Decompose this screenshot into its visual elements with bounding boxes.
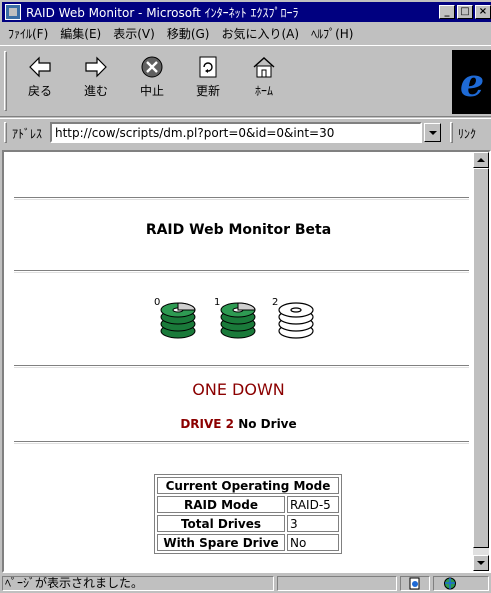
failed-drive-detail: No Drive (238, 417, 297, 431)
ie-logo-icon: e (460, 60, 485, 105)
drive-number: 0 (154, 297, 161, 308)
address-bar: ｱﾄﾞﾚｽ http://cow/scripts/dm.pl?port=0&id… (0, 118, 491, 146)
internet-zone-icon (444, 577, 456, 590)
disk-stack-online-icon (220, 302, 256, 339)
stop-icon (141, 56, 163, 78)
menu-help[interactable]: ﾍﾙﾌﾟ(H) (311, 25, 353, 42)
back-label: 戻る (27, 84, 52, 98)
scroll-thumb[interactable] (473, 168, 489, 548)
home-icon (253, 57, 275, 78)
drive-0: 0 (154, 297, 200, 341)
disk-stack-empty-icon (278, 302, 314, 339)
stop-label: 中止 (139, 84, 164, 98)
page-title: RAID Web Monitor Beta (145, 222, 332, 238)
array-status-title: ONE DOWN (192, 380, 285, 399)
links-button[interactable]: ﾘﾝｸ (458, 125, 476, 142)
drive-array: 0 1 2 (4, 297, 473, 347)
drive-status-line: DRIVE 2 No Drive (4, 417, 473, 431)
app-icon (5, 4, 21, 20)
ie-logo: e (452, 50, 491, 114)
drive-2: 2 (272, 297, 318, 341)
scroll-up-button[interactable] (473, 152, 489, 168)
window-title: RAID Web Monitor - Microsoft ｲﾝﾀｰﾈｯﾄ ｴｸｽ… (26, 5, 299, 20)
table-key: With Spare Drive (157, 534, 285, 551)
home-label: ﾎｰﾑ (254, 84, 273, 98)
failed-drive-label: DRIVE 2 (180, 417, 235, 431)
menu-favorites[interactable]: お気に入り(A) (221, 25, 299, 42)
back-arrow-icon (29, 56, 51, 78)
divider (14, 365, 469, 368)
minimize-button[interactable]: _ (439, 5, 455, 19)
close-button[interactable]: × (475, 5, 491, 19)
scroll-down-button[interactable] (473, 555, 489, 571)
table-value: No (287, 534, 339, 551)
divider (14, 441, 469, 444)
forward-button[interactable]: 進む (68, 51, 124, 113)
status-security-cell (400, 576, 430, 591)
menu-bar: ﾌｧｲﾙ(F) 編集(E) 表示(V) 移動(G) お気に入り(A) ﾍﾙﾌﾟ(… (0, 23, 491, 43)
refresh-label: 更新 (195, 84, 220, 98)
toolbar: 戻る 進む 中止 更新 ﾎｰﾑ e (0, 45, 491, 117)
back-button[interactable]: 戻る (12, 51, 68, 113)
table-value: 3 (287, 515, 339, 532)
drive-number: 2 (272, 297, 279, 308)
status-bar: ﾍﾟｰｼﾞが表示されました。 (0, 575, 491, 591)
forward-label: 進む (83, 84, 108, 98)
status-progress-cell (277, 576, 397, 591)
page-viewport: RAID Web Monitor Beta 0 1 2 ONE DOWN DRI… (2, 150, 491, 573)
links-grip[interactable] (450, 122, 453, 143)
browser-window: RAID Web Monitor - Microsoft ｲﾝﾀｰﾈｯﾄ ｴｸｽ… (0, 0, 491, 591)
table-key: RAID Mode (157, 496, 285, 513)
table-row: Current Operating Mode (157, 477, 339, 494)
table-header: Current Operating Mode (157, 477, 339, 494)
forward-arrow-icon (85, 56, 107, 78)
status-zone-cell (433, 576, 489, 591)
vertical-scrollbar[interactable] (473, 152, 489, 571)
address-dropdown-button[interactable] (424, 123, 441, 142)
menu-go[interactable]: 移動(G) (167, 25, 210, 42)
table-value: RAID-5 (287, 496, 339, 513)
menu-view[interactable]: 表示(V) (113, 25, 155, 42)
address-grip[interactable] (4, 122, 7, 143)
refresh-button[interactable]: 更新 (180, 51, 236, 113)
address-input[interactable]: http://cow/scripts/dm.pl?port=0&id=0&int… (50, 122, 422, 143)
status-text: ﾍﾟｰｼﾞが表示されました。 (2, 576, 274, 591)
table-row: RAID Mode RAID-5 (157, 496, 339, 513)
maximize-button[interactable]: □ (457, 5, 473, 19)
disk-stack-online-icon (160, 302, 196, 339)
stop-button[interactable]: 中止 (124, 51, 180, 113)
table-key: Total Drives (157, 515, 285, 532)
refresh-icon (199, 56, 217, 78)
toolbar-grip[interactable] (4, 51, 7, 111)
title-bar: RAID Web Monitor - Microsoft ｲﾝﾀｰﾈｯﾄ ｴｸｽ… (2, 2, 491, 22)
menu-edit[interactable]: 編集(E) (60, 25, 101, 42)
drive-number: 1 (214, 297, 221, 308)
operating-mode-table: Current Operating Mode RAID Mode RAID-5 … (154, 474, 342, 554)
menu-file[interactable]: ﾌｧｲﾙ(F) (8, 25, 48, 42)
address-label: ｱﾄﾞﾚｽ (12, 127, 43, 141)
home-button[interactable]: ﾎｰﾑ (236, 51, 292, 113)
table-row: Total Drives 3 (157, 515, 339, 532)
page-content: RAID Web Monitor Beta 0 1 2 ONE DOWN DRI… (4, 152, 473, 571)
page-icon (409, 577, 420, 590)
divider (14, 270, 469, 273)
divider (14, 197, 469, 200)
drive-1: 1 (214, 297, 260, 341)
table-row: With Spare Drive No (157, 534, 339, 551)
